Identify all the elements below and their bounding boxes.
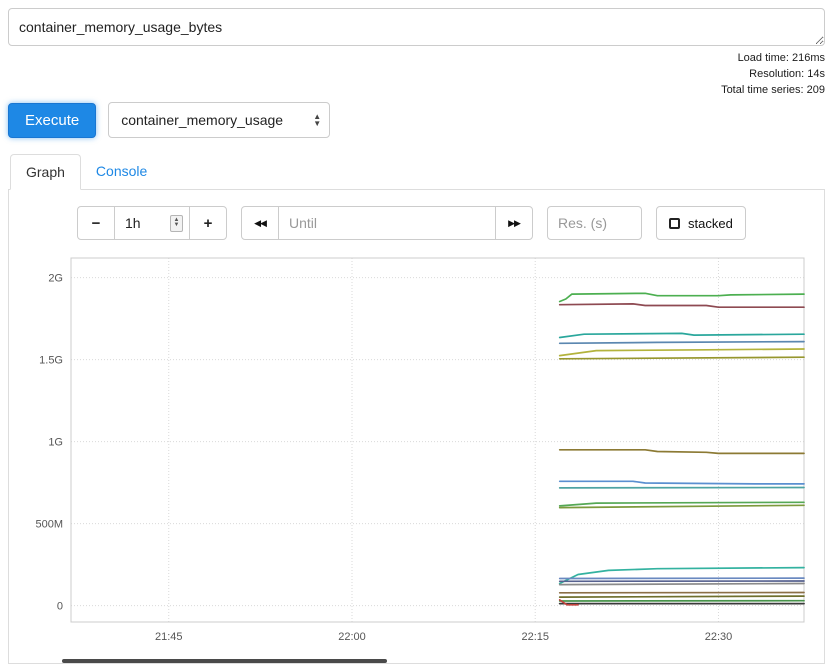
stepper-down-icon: ▼ — [174, 223, 180, 228]
resolution-input[interactable] — [547, 206, 642, 240]
seek-forward-button[interactable]: ▶▶ — [495, 206, 533, 240]
y-axis-tick-label: 500M — [35, 519, 63, 531]
graph-panel: − 1h ▲ ▼ + ◀◀ ▶▶ stacked — [8, 190, 825, 664]
y-axis-tick-label: 2G — [48, 273, 63, 285]
query-stats: Load time: 216ms Resolution: 14s Total t… — [8, 50, 825, 98]
x-axis-tick-label: 21:45 — [155, 631, 183, 643]
range-decrease-button[interactable]: − — [77, 206, 115, 240]
select-arrows-icon: ▲ ▼ — [313, 113, 321, 127]
metric-dropdown-value: container_memory_usage — [121, 112, 283, 128]
tab-console[interactable]: Console — [81, 154, 162, 189]
timeseries-chart[interactable]: 21:45 22:00 22:15 22:30 0 500M 1G 1.5G 2G — [19, 250, 814, 658]
execute-row: Execute container_memory_usage ▲ ▼ — [8, 102, 825, 138]
y-axis-tick-label: 1.5G — [39, 355, 63, 367]
plot-background — [71, 258, 804, 622]
seek-forward-icon: ▶▶ — [508, 218, 520, 229]
y-axis-tick-label: 0 — [57, 601, 63, 613]
until-input-group: ◀◀ ▶▶ — [241, 206, 533, 240]
x-axis-tick-label: 22:00 — [338, 631, 366, 643]
resolution-text: Resolution: 14s — [8, 66, 825, 82]
stacked-checkbox[interactable] — [669, 218, 680, 229]
horizontal-scrollbar[interactable] — [62, 659, 387, 663]
execute-button[interactable]: Execute — [8, 103, 96, 138]
range-input[interactable]: 1h ▲ ▼ — [114, 206, 190, 240]
range-stepper-icon[interactable]: ▲ ▼ — [170, 215, 183, 232]
range-value: 1h — [125, 215, 141, 231]
graph-toolbar: − 1h ▲ ▼ + ◀◀ ▶▶ stacked — [77, 206, 814, 240]
prometheus-expression-browser: container_memory_usage_bytes Load time: … — [0, 0, 833, 664]
y-axis-tick-label: 1G — [48, 437, 63, 449]
chart-area: 21:45 22:00 22:15 22:30 0 500M 1G 1.5G 2G — [19, 250, 814, 663]
stacked-toggle[interactable]: stacked — [656, 206, 746, 240]
series-line — [560, 584, 804, 585]
x-axis-tick-label: 22:30 — [705, 631, 733, 643]
until-input[interactable] — [278, 206, 496, 240]
total-series-text: Total time series: 209 — [8, 82, 825, 98]
tab-bar: Graph Console — [8, 154, 825, 190]
tab-graph[interactable]: Graph — [10, 154, 81, 190]
load-time-text: Load time: 216ms — [8, 50, 825, 66]
select-down-arrow-icon: ▼ — [313, 120, 321, 127]
range-increase-button[interactable]: + — [189, 206, 227, 240]
stacked-label: stacked — [688, 216, 733, 231]
metric-dropdown[interactable]: container_memory_usage ▲ ▼ — [108, 102, 330, 138]
series-line — [560, 596, 804, 597]
seek-back-icon: ◀◀ — [254, 218, 266, 229]
expression-input[interactable]: container_memory_usage_bytes — [8, 8, 825, 46]
x-axis-tick-label: 22:15 — [521, 631, 549, 643]
range-input-group: − 1h ▲ ▼ + — [77, 206, 227, 240]
seek-back-button[interactable]: ◀◀ — [241, 206, 279, 240]
